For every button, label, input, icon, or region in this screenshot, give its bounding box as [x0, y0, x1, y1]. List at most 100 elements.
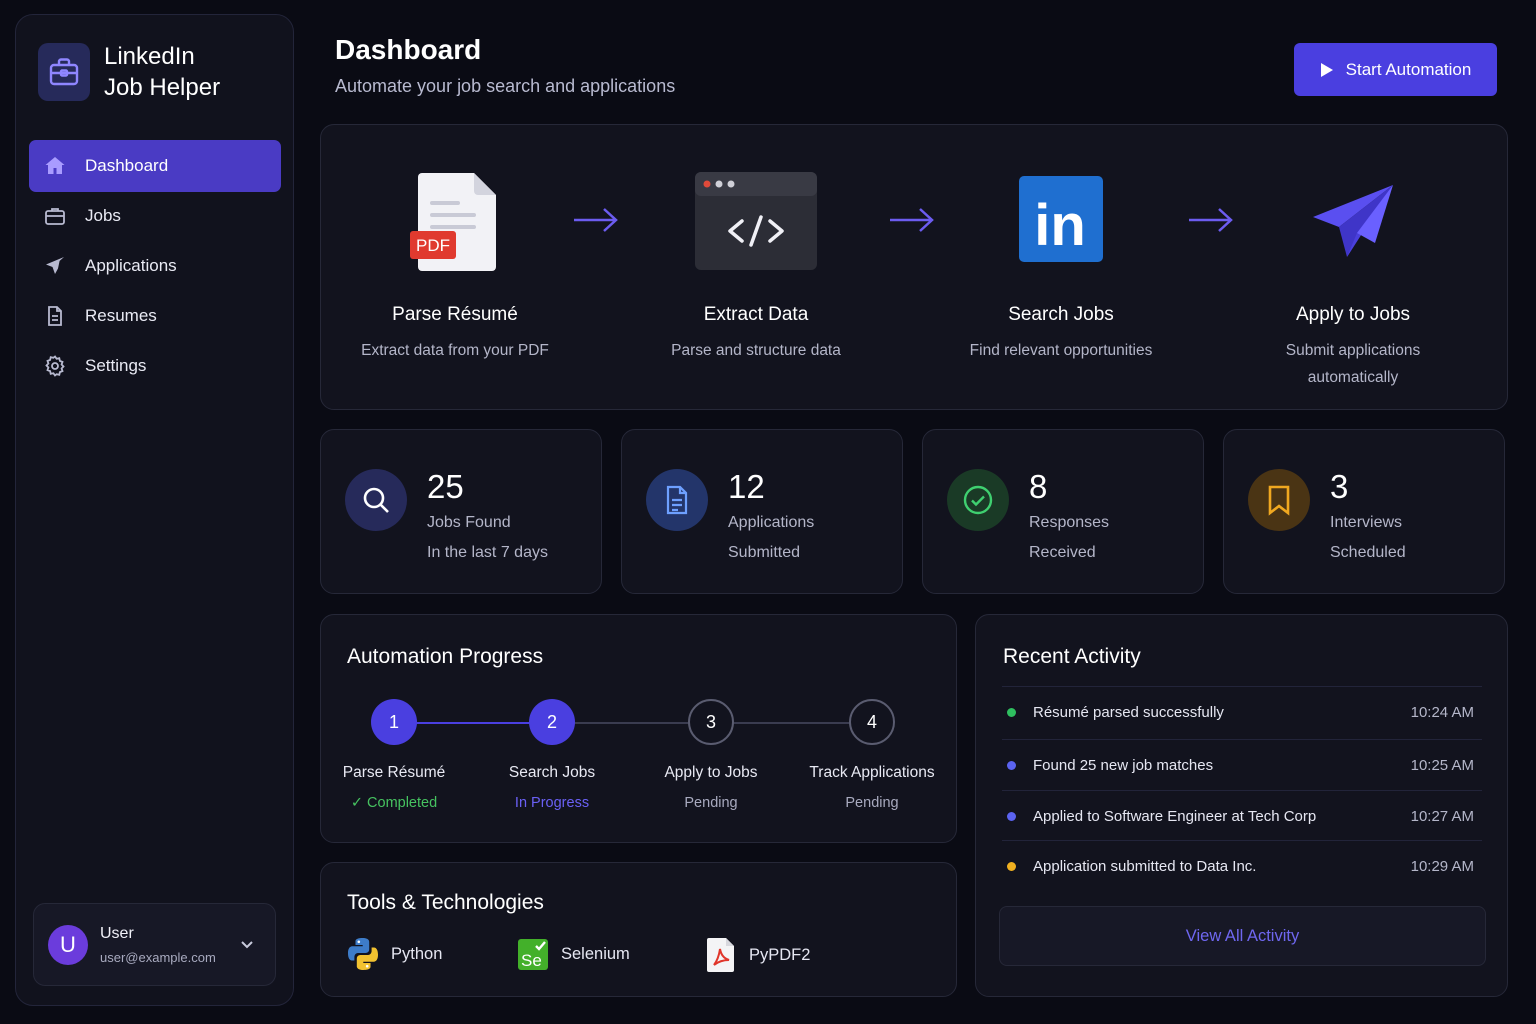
activity-text: Résumé parsed successfully [1033, 704, 1224, 721]
pipeline-step-apply[interactable]: Apply to Jobs Submit applications automa… [1223, 171, 1483, 391]
status-dot [1007, 761, 1016, 770]
progress-step-4[interactable]: 4 Track Applications Pending [797, 699, 947, 811]
recent-activity-panel: Recent Activity Résumé parsed successful… [975, 614, 1508, 997]
tools-panel: Tools & Technologies Python Se Selenium … [320, 862, 957, 997]
stat-card-applications[interactable]: 12 Applications Submitted [621, 429, 903, 594]
avatar: U [48, 924, 88, 965]
paper-plane-icon [46, 257, 64, 274]
tool-name: Python [391, 944, 443, 963]
stat-value: 3 [1330, 468, 1349, 505]
stat-sublabel: Scheduled [1330, 544, 1406, 561]
activity-time: 10:25 AM [1410, 757, 1474, 774]
step-status: Pending [684, 795, 738, 811]
step-number: 1 [371, 699, 417, 745]
stat-card-jobs-found[interactable]: 25 Jobs Found In the last 7 days [320, 429, 602, 594]
linkedin-icon: in [1019, 176, 1103, 262]
linkedin-badge: in [1034, 193, 1086, 258]
pdf-icon [707, 938, 734, 972]
pipeline-step-search[interactable]: in Search Jobs Find relevant opportuniti… [931, 171, 1191, 364]
sidebar: LinkedIn Job Helper Dashboard Jobs Appli… [15, 14, 294, 1006]
step-description: Find relevant opportunities [969, 342, 1153, 359]
brand[interactable]: LinkedIn Job Helper [38, 41, 220, 103]
user-menu[interactable]: U User user@example.com [33, 903, 276, 986]
stat-sublabel: Received [1029, 544, 1096, 561]
sidebar-item-label: Jobs [85, 206, 121, 225]
stat-label: Responses [1029, 514, 1110, 531]
status-dot [1007, 862, 1016, 871]
activity-item[interactable]: Résumé parsed successfully 10:24 AM [1002, 686, 1482, 738]
stat-card-interviews[interactable]: 3 Interviews Scheduled [1223, 429, 1505, 594]
sidebar-item-jobs[interactable]: Jobs [29, 190, 281, 242]
step-status: In Progress [514, 795, 590, 811]
brand-line-2: Job Helper [104, 74, 221, 101]
step-label: Parse Résumé [342, 764, 446, 781]
activity-text: Applied to Software Engineer at Tech Cor… [1033, 808, 1317, 825]
page-title: Dashboard [335, 34, 482, 65]
status-dot [1007, 708, 1016, 717]
status-dot [1007, 812, 1016, 821]
document-icon [646, 469, 708, 531]
step-title: Parse Résumé [392, 304, 518, 325]
activity-item[interactable]: Application submitted to Data Inc. 10:29… [1002, 840, 1482, 892]
activity-time: 10:29 AM [1410, 858, 1474, 875]
user-email: user@example.com [100, 949, 216, 965]
stat-card-responses[interactable]: 8 Responses Received [922, 429, 1204, 594]
start-automation-button[interactable]: Start Automation [1294, 43, 1497, 96]
step-title: Apply to Jobs [1295, 304, 1411, 325]
activity-time: 10:27 AM [1410, 808, 1474, 825]
page-subtitle: Automate your job search and application… [335, 76, 676, 96]
automation-progress-panel: Automation Progress 1 Parse Résumé ✓ Com… [320, 614, 957, 843]
play-icon [1320, 62, 1333, 77]
step-label: Apply to Jobs [664, 764, 758, 781]
home-icon [45, 157, 65, 174]
pdf-file-icon: PDF [410, 173, 496, 271]
pipeline-step-parse[interactable]: PDF Parse Résumé Extract data from your … [325, 171, 585, 364]
sidebar-item-applications[interactable]: Applications [29, 240, 281, 292]
stat-sublabel: In the last 7 days [427, 544, 548, 561]
stat-label: Jobs Found [427, 514, 511, 531]
python-icon [348, 938, 378, 970]
sidebar-item-dashboard[interactable]: Dashboard [29, 140, 281, 192]
sidebar-item-label: Settings [85, 356, 147, 375]
sidebar-item-label: Dashboard [85, 156, 169, 175]
paper-plane-icon [1313, 185, 1393, 257]
search-icon [345, 469, 407, 531]
activity-item[interactable]: Applied to Software Engineer at Tech Cor… [1002, 790, 1482, 842]
sidebar-item-resumes[interactable]: Resumes [29, 290, 281, 342]
progress-step-3[interactable]: 3 Apply to Jobs Pending [641, 699, 781, 811]
stat-label: Interviews [1330, 514, 1403, 531]
progress-step-1[interactable]: 1 Parse Résumé ✓ Completed [324, 699, 464, 811]
tool-selenium[interactable]: Se Selenium [517, 937, 630, 971]
check-icon: ✓ [350, 795, 363, 811]
step-title: Search Jobs [1008, 304, 1114, 325]
activity-text: Application submitted to Data Inc. [1033, 858, 1257, 875]
sidebar-item-label: Applications [85, 256, 177, 275]
sidebar-item-settings[interactable]: Settings [29, 340, 281, 392]
section-title: Automation Progress [347, 645, 544, 668]
stat-value: 25 [427, 468, 464, 505]
step-number: 4 [849, 699, 895, 745]
stat-sublabel: Submitted [728, 544, 801, 561]
tool-pypdf2[interactable]: PyPDF2 [705, 937, 810, 973]
activity-time: 10:24 AM [1410, 704, 1474, 721]
sidebar-item-label: Resumes [85, 306, 157, 325]
step-description: Extract data from your PDF [361, 342, 549, 359]
arrow-right-icon [574, 208, 618, 232]
code-window-icon [695, 172, 817, 270]
view-all-activity-button[interactable]: View All Activity [999, 906, 1486, 966]
tool-python[interactable]: Python [347, 937, 442, 971]
check-circle-icon [947, 469, 1009, 531]
briefcase-icon [45, 208, 65, 225]
gear-icon [45, 355, 65, 377]
pipeline-panel: PDF Parse Résumé Extract data from your … [320, 124, 1508, 410]
pipeline-step-extract[interactable]: Extract Data Parse and structure data [626, 171, 886, 364]
step-number: 2 [529, 699, 575, 745]
briefcase-icon [38, 43, 90, 101]
step-description: Parse and structure data [671, 342, 841, 359]
pdf-badge: PDF [416, 236, 450, 255]
activity-item[interactable]: Found 25 new job matches 10:25 AM [1002, 739, 1482, 791]
progress-step-2[interactable]: 2 Search Jobs In Progress [482, 699, 622, 811]
user-name: User [100, 924, 134, 942]
stat-label: Applications [728, 514, 815, 531]
chevron-down-icon[interactable] [239, 936, 255, 952]
